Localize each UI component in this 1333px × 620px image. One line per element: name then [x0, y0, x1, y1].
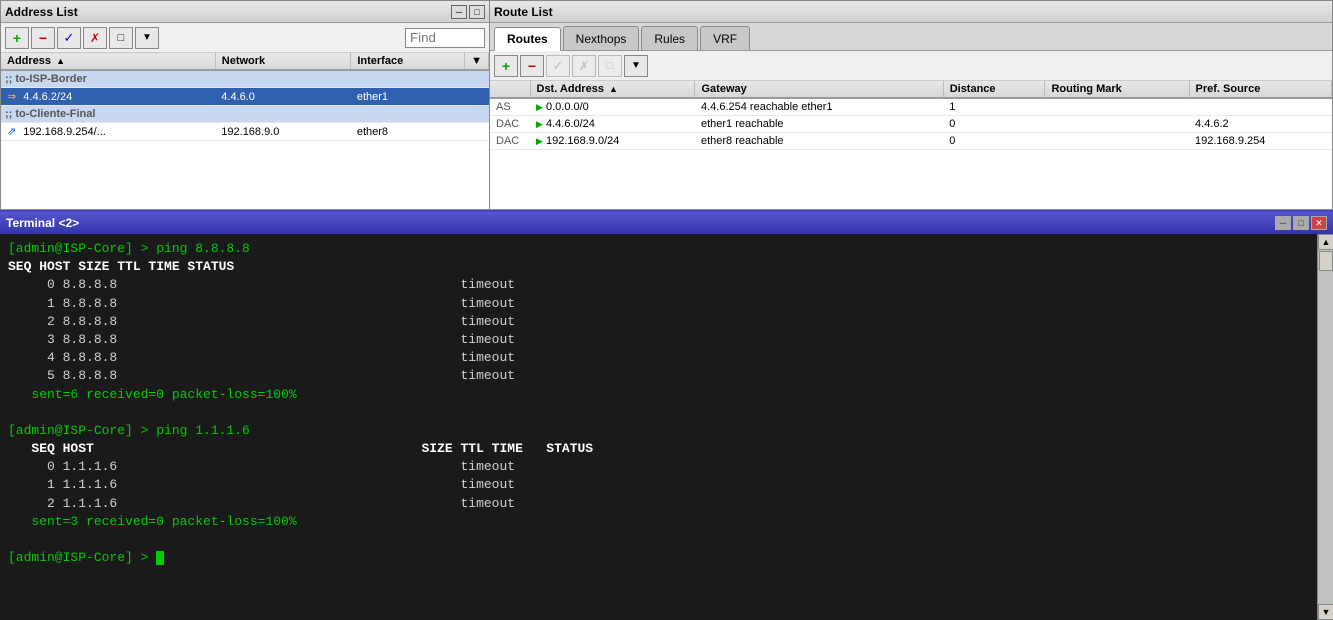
route-tabs-bar: Routes Nexthops Rules VRF — [490, 23, 1332, 51]
scroll-up-btn[interactable]: ▲ — [1318, 234, 1333, 250]
terminal-line: [admin@ISP-Core] > ping 1.1.1.6 — [8, 422, 1309, 440]
terminal-line: 5 8.8.8.8 timeout — [8, 367, 1309, 385]
col-network[interactable]: Network — [215, 53, 351, 70]
route-filter-btn[interactable]: ▼ — [624, 55, 648, 77]
terminal-line — [8, 531, 1309, 549]
terminal-line: 3 8.8.8.8 timeout — [8, 331, 1309, 349]
route-copy-btn[interactable]: □ — [598, 55, 622, 77]
group-cliente-final: ;; to-Cliente-Final — [1, 106, 489, 123]
address-list-toolbar: + − ✓ ✗ □ ▼ — [1, 23, 489, 53]
terminal-line: 0 1.1.1.6 timeout — [8, 458, 1309, 476]
terminal-body[interactable]: [admin@ISP-Core] > ping 8.8.8.8 SEQ HOST… — [0, 234, 1317, 620]
address-list-title: Address List — [5, 5, 78, 19]
table-row[interactable]: DAC ▶ 192.168.9.0/24 ether8 reachable 0 … — [490, 133, 1332, 150]
address-find-input[interactable] — [405, 28, 485, 48]
terminal-panel: Terminal <2> ─ □ ✕ [admin@ISP-Core] > pi… — [0, 210, 1333, 620]
address-copy-btn[interactable]: □ — [109, 27, 133, 49]
table-row[interactable]: ⇒ 4.4.6.2/24 4.4.6.0 ether1 — [1, 88, 489, 106]
address-remove-btn[interactable]: − — [31, 27, 55, 49]
terminal-line: 2 8.8.8.8 timeout — [8, 313, 1309, 331]
table-row[interactable]: ⇗ 192.168.9.254/... 192.168.9.0 ether8 — [1, 123, 489, 141]
scroll-thumb[interactable] — [1319, 251, 1333, 271]
route-remove-btn[interactable]: − — [520, 55, 544, 77]
terminal-close-btn[interactable]: ✕ — [1311, 216, 1327, 230]
route-table-container: Dst. Address ▲ Gateway Distance Routing … — [490, 81, 1332, 209]
address-list-table-container: Address ▲ Network Interface ▼ ;; to-ISP-… — [1, 53, 489, 209]
address-list-minimize-btn[interactable]: ─ — [451, 5, 467, 19]
route-list-title: Route List — [494, 5, 553, 19]
tab-routes[interactable]: Routes — [494, 27, 561, 51]
terminal-line: 1 8.8.8.8 timeout — [8, 295, 1309, 313]
address-list-table: Address ▲ Network Interface ▼ ;; to-ISP-… — [1, 53, 489, 141]
col-flag[interactable] — [490, 81, 530, 98]
address-add-btn[interactable]: + — [5, 27, 29, 49]
col-interface[interactable]: Interface — [351, 53, 465, 70]
terminal-scrollbar: ▲ ▼ — [1317, 234, 1333, 620]
address-enable-btn[interactable]: ✓ — [57, 27, 81, 49]
terminal-maximize-btn[interactable]: □ — [1293, 216, 1309, 230]
route-list-panel: Route List Routes Nexthops Rules VRF + −… — [490, 0, 1333, 210]
col-routing-mark[interactable]: Routing Mark — [1045, 81, 1189, 98]
terminal-controls: ─ □ ✕ — [1275, 216, 1327, 230]
terminal-titlebar: Terminal <2> ─ □ ✕ — [0, 212, 1333, 234]
terminal-line: 2 1.1.1.6 timeout — [8, 495, 1309, 513]
terminal-minimize-btn[interactable]: ─ — [1275, 216, 1291, 230]
col-expand[interactable]: ▼ — [465, 53, 489, 70]
terminal-line: 0 8.8.8.8 timeout — [8, 276, 1309, 294]
route-table: Dst. Address ▲ Gateway Distance Routing … — [490, 81, 1332, 150]
col-gateway[interactable]: Gateway — [695, 81, 943, 98]
terminal-line: SEQ HOST SIZE TTL TIME STATUS — [8, 440, 1309, 458]
route-add-btn[interactable]: + — [494, 55, 518, 77]
route-enable-btn[interactable]: ✓ — [546, 55, 570, 77]
tab-rules[interactable]: Rules — [641, 26, 698, 50]
route-toolbar: + − ✓ ✗ □ ▼ — [490, 51, 1332, 81]
col-address[interactable]: Address ▲ — [1, 53, 215, 70]
tab-vrf[interactable]: VRF — [700, 26, 750, 50]
route-list-titlebar: Route List — [490, 1, 1332, 23]
col-dst-address[interactable]: Dst. Address ▲ — [530, 81, 695, 98]
col-distance[interactable]: Distance — [943, 81, 1045, 98]
terminal-line: [admin@ISP-Core] > ping 8.8.8.8 — [8, 240, 1309, 258]
address-list-maximize-btn[interactable]: □ — [469, 5, 485, 19]
route-disable-btn[interactable]: ✗ — [572, 55, 596, 77]
terminal-title: Terminal <2> — [6, 216, 79, 230]
terminal-line: SEQ HOST SIZE TTL TIME STATUS — [8, 258, 1309, 276]
address-list-panel: Address List ─ □ + − ✓ ✗ □ ▼ — [0, 0, 490, 210]
address-disable-btn[interactable]: ✗ — [83, 27, 107, 49]
terminal-line: 1 1.1.1.6 timeout — [8, 476, 1309, 494]
terminal-line: sent=3 received=0 packet-loss=100% — [8, 513, 1309, 531]
table-row[interactable]: AS ▶ 0.0.0.0/0 4.4.6.254 reachable ether… — [490, 98, 1332, 116]
terminal-line — [8, 404, 1309, 422]
scroll-track — [1318, 250, 1333, 604]
table-row[interactable]: DAC ▶ 4.4.6.0/24 ether1 reachable 0 4.4.… — [490, 116, 1332, 133]
address-list-titlebar: Address List ─ □ — [1, 1, 489, 23]
terminal-line: 4 8.8.8.8 timeout — [8, 349, 1309, 367]
group-isp-border: ;; to-ISP-Border — [1, 70, 489, 88]
address-filter-btn[interactable]: ▼ — [135, 27, 159, 49]
terminal-line: sent=6 received=0 packet-loss=100% — [8, 386, 1309, 404]
scroll-down-btn[interactable]: ▼ — [1318, 604, 1333, 620]
terminal-cursor — [156, 551, 164, 565]
col-pref-source[interactable]: Pref. Source — [1189, 81, 1331, 98]
address-list-titlebar-controls: ─ □ — [451, 5, 485, 19]
terminal-prompt-line: [admin@ISP-Core] > — [8, 549, 1309, 567]
tab-nexthops[interactable]: Nexthops — [563, 26, 640, 50]
